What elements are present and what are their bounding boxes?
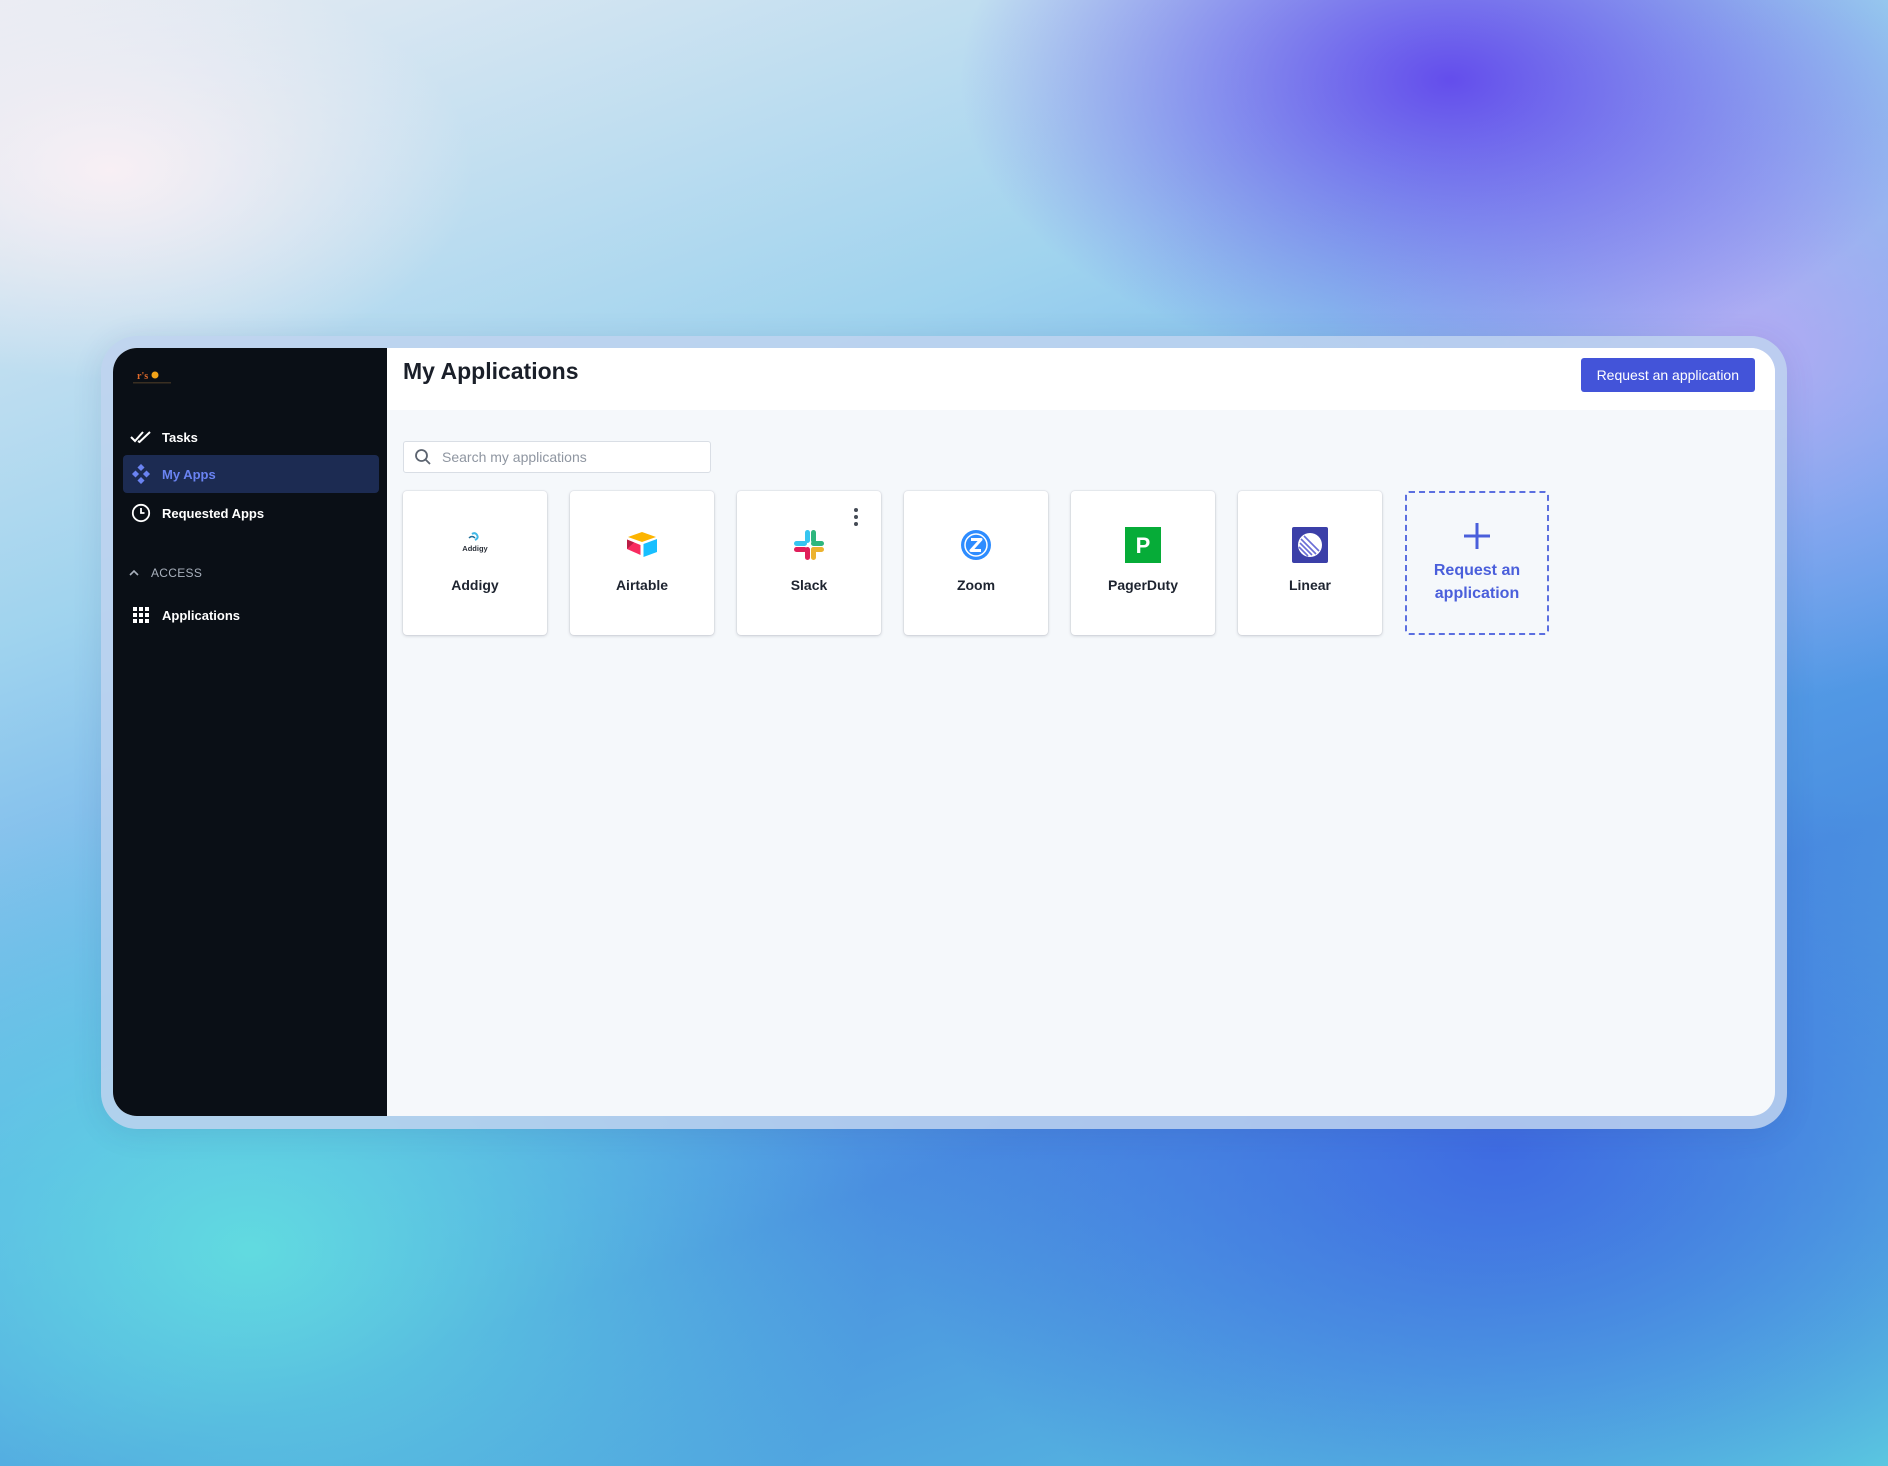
sidebar-item-label: Applications xyxy=(162,607,241,623)
sidebar-item-my-apps[interactable]: My Apps xyxy=(123,455,379,493)
app-card-slack[interactable]: Slack xyxy=(737,491,881,635)
brand-logo[interactable]: r's xyxy=(131,368,175,386)
sidebar-item-tasks[interactable]: Tasks xyxy=(123,418,379,456)
app-name: Airtable xyxy=(615,577,669,593)
sidebar-item-label: Tasks xyxy=(162,429,198,445)
more-options-icon[interactable] xyxy=(853,507,859,527)
clock-icon xyxy=(128,500,154,526)
app-name: PagerDuty xyxy=(1107,577,1179,593)
app-window: r's Tasks My Apps Requested Apps ACCESS … xyxy=(113,348,1775,1116)
section-label: ACCESS xyxy=(151,566,203,580)
main-content: My Applications Request an application A… xyxy=(387,348,1775,1116)
page-title: My Applications xyxy=(403,358,579,384)
double-check-icon xyxy=(128,424,154,450)
search-box[interactable] xyxy=(403,441,711,473)
app-name: Zoom xyxy=(956,577,996,593)
slack-logo-icon xyxy=(791,527,827,563)
svg-text:Addigy: Addigy xyxy=(462,544,488,553)
linear-logo-icon xyxy=(1292,527,1328,563)
airtable-logo-icon xyxy=(624,527,660,563)
sidebar-item-label: My Apps xyxy=(162,466,216,482)
app-name: Linear xyxy=(1288,577,1331,593)
sidebar-item-label: Requested Apps xyxy=(162,505,265,521)
request-application-button[interactable]: Request an application xyxy=(1580,358,1755,392)
section-access[interactable]: ACCESS xyxy=(127,566,202,580)
search-input[interactable] xyxy=(440,448,694,466)
page-header: My Applications Request an application xyxy=(387,348,1775,410)
pagerduty-logo-icon: P xyxy=(1125,527,1161,563)
svg-text:r's: r's xyxy=(137,371,148,382)
chevron-up-icon xyxy=(129,569,139,576)
search-icon xyxy=(415,449,431,465)
svg-text:P: P xyxy=(1136,533,1151,558)
app-card-linear[interactable]: Linear xyxy=(1238,491,1382,635)
request-card-label: Request an application xyxy=(1433,562,1521,602)
app-name: Addigy xyxy=(451,577,499,593)
sidebar-item-applications[interactable]: Applications xyxy=(123,596,379,634)
zoom-logo-icon xyxy=(958,527,994,563)
request-application-card[interactable]: Request an application xyxy=(1405,491,1549,635)
plus-icon xyxy=(1464,523,1490,549)
app-card-addigy[interactable]: Addigy Addigy xyxy=(403,491,547,635)
app-name: Slack xyxy=(790,577,828,593)
sidebar-item-requested-apps[interactable]: Requested Apps xyxy=(123,494,379,532)
sidebar: r's Tasks My Apps Requested Apps ACCESS … xyxy=(113,348,387,1116)
grid-icon xyxy=(128,602,154,628)
app-card-zoom[interactable]: Zoom xyxy=(904,491,1048,635)
app-card-pagerduty[interactable]: P PagerDuty xyxy=(1071,491,1215,635)
apps-icon xyxy=(128,461,154,487)
app-card-airtable[interactable]: Airtable xyxy=(570,491,714,635)
addigy-logo-icon: Addigy xyxy=(457,527,493,563)
